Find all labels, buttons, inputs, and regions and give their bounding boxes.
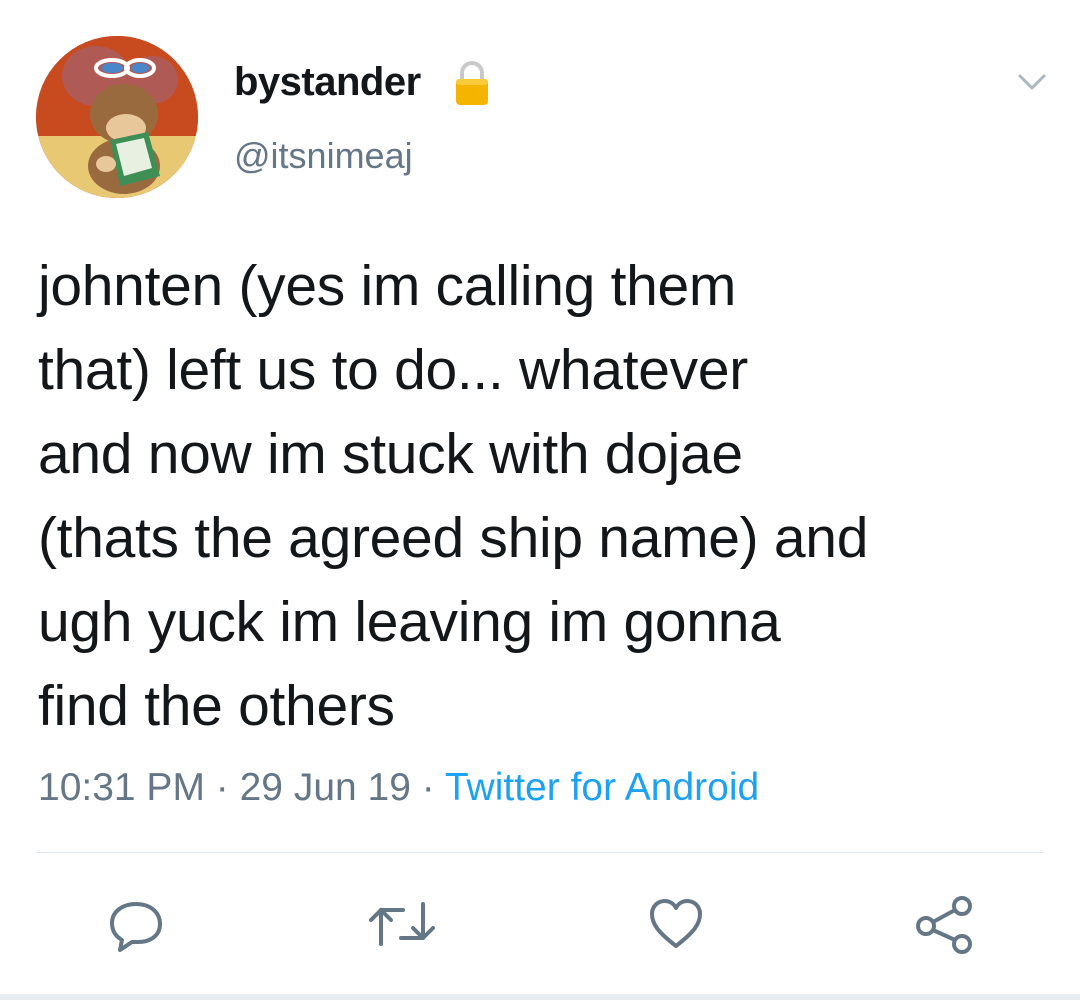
avatar[interactable] — [36, 36, 198, 198]
tweet-text: johnten (yes im calling them that) left … — [38, 254, 869, 738]
divider — [36, 852, 1044, 853]
avatar-image — [36, 36, 198, 198]
retweet-button[interactable] — [366, 888, 438, 960]
tweet-meta: 10:31 PM · 29 Jun 19 · Twitter for Andro… — [38, 764, 759, 812]
user-handle[interactable]: @itsnimeaj — [234, 134, 413, 178]
reply-icon — [110, 902, 162, 952]
share-button[interactable] — [908, 888, 980, 960]
like-button[interactable] — [640, 888, 712, 960]
heart-icon — [650, 899, 702, 948]
tweet-source-link[interactable]: Twitter for Android — [445, 766, 759, 809]
meta-separator: · — [204, 766, 240, 809]
retweet-icon — [369, 902, 435, 946]
bottom-divider — [0, 994, 1080, 1000]
chevron-down-icon[interactable] — [1014, 64, 1050, 100]
tweet-date: 29 Jun 19 — [239, 766, 411, 809]
display-name[interactable]: bystander — [234, 58, 421, 106]
share-icon — [916, 896, 972, 954]
tweet-time: 10:31 PM — [38, 766, 205, 809]
reply-button[interactable] — [100, 888, 172, 960]
tweet-card: bystander @itsnimeaj johnten (yes im cal… — [0, 0, 1080, 1000]
lock-icon — [456, 61, 488, 105]
meta-separator: · — [410, 766, 445, 809]
